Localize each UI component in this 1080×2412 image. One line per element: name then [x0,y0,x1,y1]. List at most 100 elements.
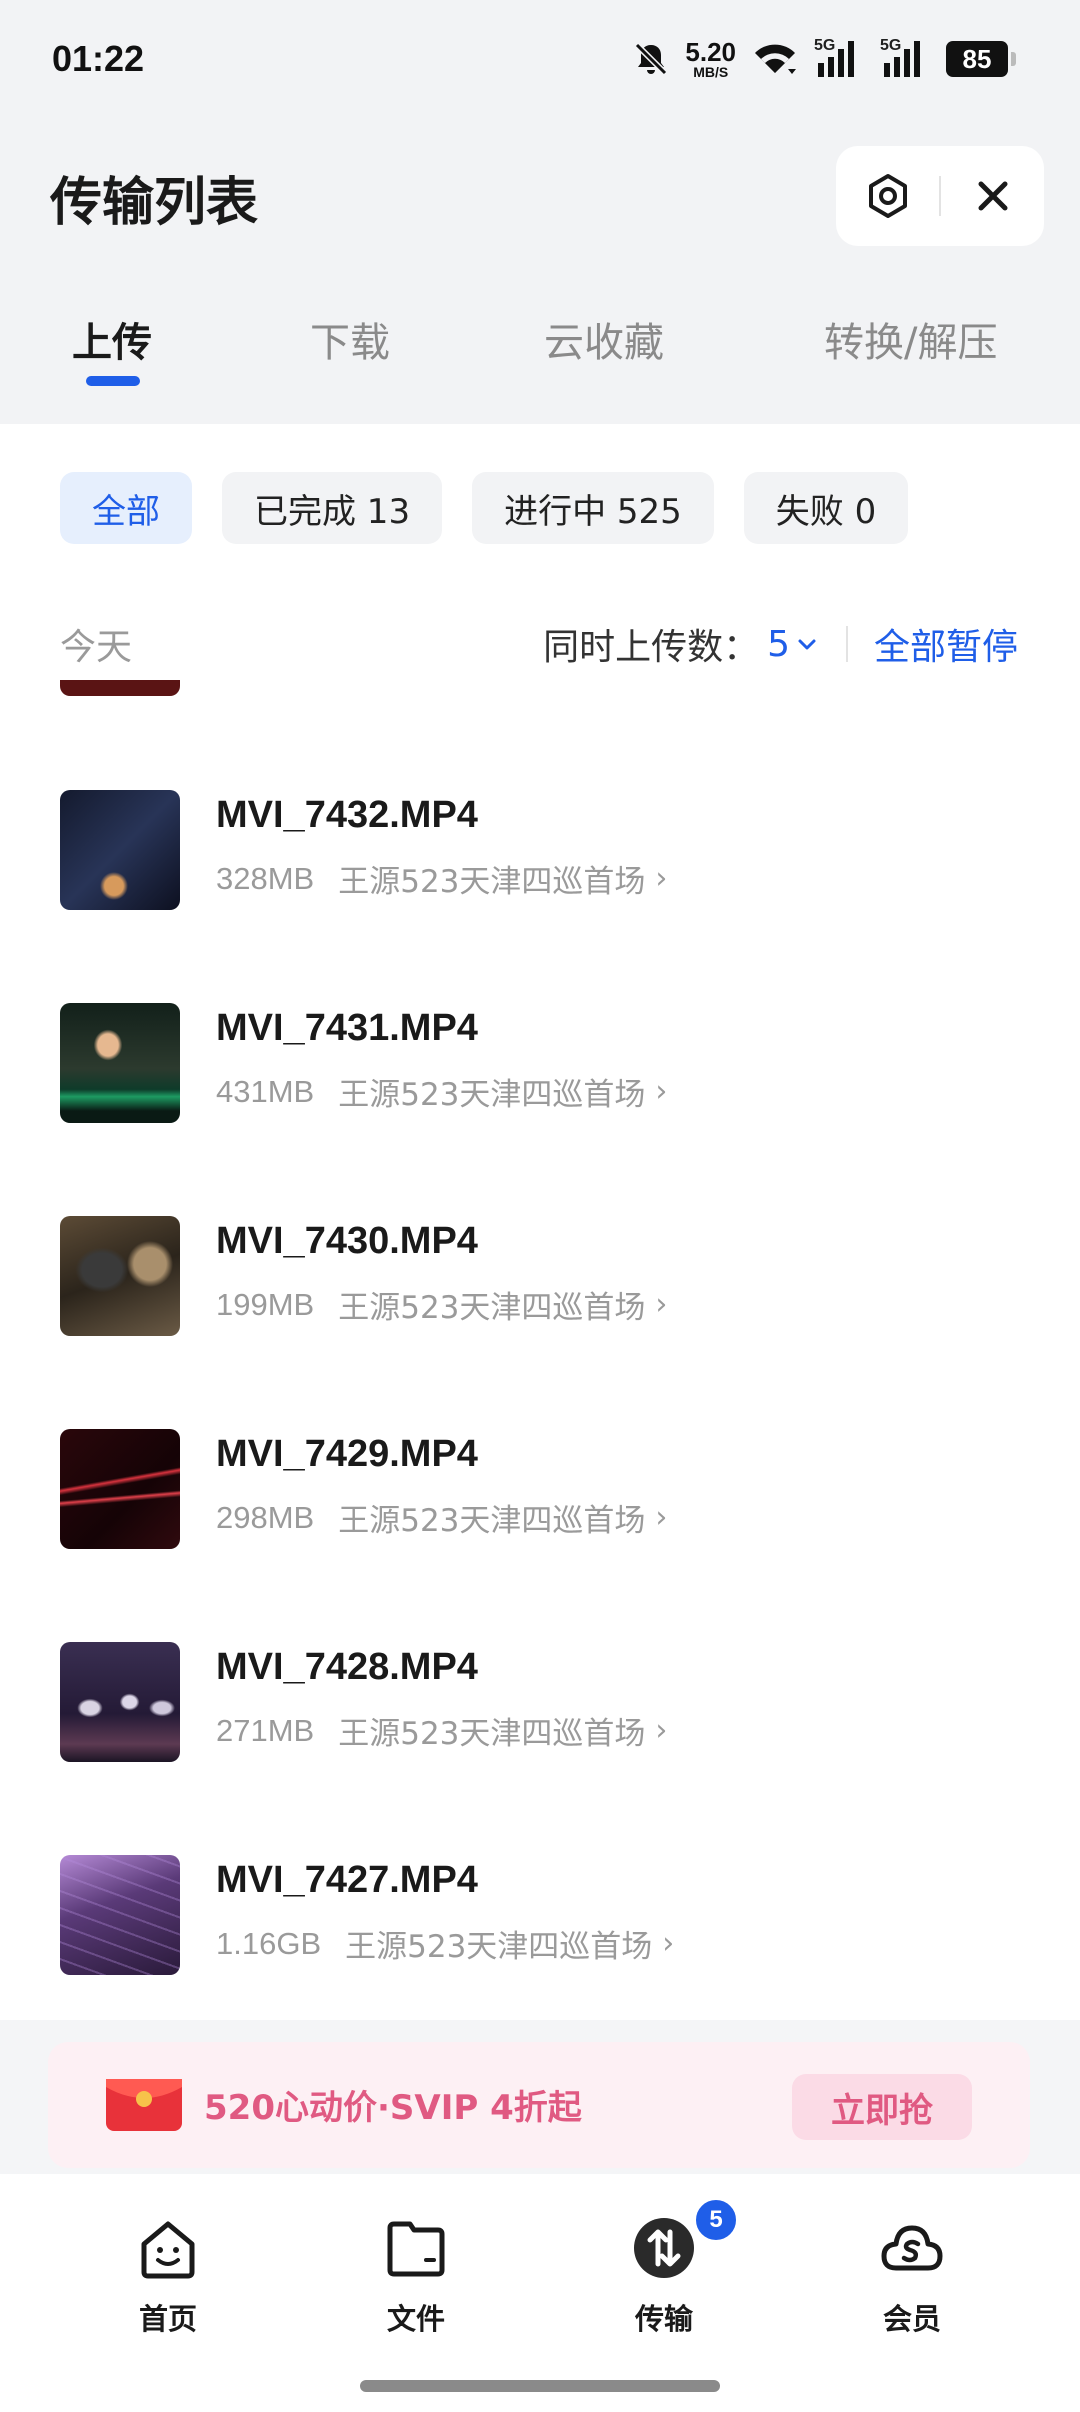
signal-icon-sim2: 5G [880,37,932,81]
file-size: 1.16GB [216,1925,322,1961]
transfer-count-badge: 5 [694,2198,738,2242]
battery-indicator: 85 [946,41,1016,77]
close-icon [978,181,1007,211]
file-name: MVI_7431.MP4 [216,1007,478,1049]
tab-upload[interactable]: 上传 [72,310,152,368]
svip-promo-banner[interactable]: 520心动价·SVIP 4折起 立即抢 [48,2042,1030,2168]
net-speed-unit: MB/S [693,64,729,80]
chevron-right-icon: › [662,1926,675,1961]
filter-completed[interactable]: 已完成 13 [222,472,443,544]
concurrent-value: 5 [767,623,790,665]
file-name: MVI_7430.MP4 [216,1220,478,1262]
list-item[interactable]: MVI_7430.MP4 199MB 王源523天津四巡首场 › [0,1206,1080,1346]
folder-name: 王源523天津四巡首场 [338,1503,646,1539]
folder-name: 王源523天津四巡首场 [345,1929,653,1965]
tab-download[interactable]: 下载 [310,310,390,368]
home-smile-icon [141,2221,195,2279]
mute-bell-icon [635,42,668,76]
tab-convert-extract[interactable]: 转换/解压 [824,310,997,368]
video-thumbnail [60,1003,180,1123]
video-thumbnail [60,1429,180,1549]
file-meta: 1.16GB 王源523天津四巡首场 › [216,1921,674,1966]
pause-all-button[interactable]: 全部暂停 [874,618,1018,670]
file-list: MVI_7432.MP4 328MB 王源523天津四巡首场 › MVI_743… [0,680,1080,2020]
file-meta: 328MB 王源523天津四巡首场 › [216,856,667,901]
file-meta: 431MB 王源523天津四巡首场 › [216,1069,667,1114]
folder-name: 王源523天津四巡首场 [338,1290,646,1326]
folder-name: 王源523天津四巡首场 [338,1077,646,1113]
concurrent-upload-control: 同时上传数： 5 全部暂停 [543,618,1018,670]
header-actions [836,146,1044,246]
nav-transfer-label: 传输 [634,2302,693,2336]
promo-text: 520心动价·SVIP 4折起 [204,2088,582,2128]
transfer-icon [634,2218,694,2278]
nav-vip-label: 会员 [882,2302,941,2336]
nav-transfer[interactable]: 5 传输 [584,2198,744,2336]
filter-failed[interactable]: 失败 0 [743,472,909,544]
settings-button[interactable] [836,146,939,246]
nav-files[interactable]: 文件 [336,2214,496,2336]
file-meta: 271MB 王源523天津四巡首场 › [216,1708,667,1753]
status-filters: 全部 已完成 13 进行中 525 失败 0 [60,472,909,544]
nav-files-label: 文件 [386,2302,445,2336]
chevron-right-icon: › [655,1713,668,1748]
chevron-down-icon [798,639,816,650]
video-thumbnail [60,1855,180,1975]
status-icons: 5.20 MB/S 5G 5G 85 [631,34,1016,84]
nav-home[interactable]: 首页 [88,2214,248,2336]
status-time: 01:22 [52,38,145,79]
list-item[interactable]: MVI_7428.MP4 271MB 王源523天津四巡首场 › [0,1632,1080,1772]
divider [845,626,848,662]
home-indicator-bar[interactable] [360,2380,720,2392]
filter-in-progress[interactable]: 进行中 525 [472,472,714,544]
close-button[interactable] [941,146,1044,246]
list-item[interactable]: MVI_7427.MP4 1.16GB 王源523天津四巡首场 › [0,1845,1080,1985]
list-item[interactable]: MVI_7431.MP4 431MB 王源523天津四巡首场 › [0,993,1080,1133]
chevron-right-icon: › [655,1500,668,1535]
file-name: MVI_7428.MP4 [216,1646,478,1688]
signal-icon-sim1: 5G [814,37,866,81]
partial-thumbnail [60,680,180,696]
folder-name: 王源523天津四巡首场 [338,864,646,900]
net-speed-value: 5.20 [685,37,736,67]
file-meta: 298MB 王源523天津四巡首场 › [216,1495,667,1540]
page-title: 传输列表 [50,173,259,233]
video-thumbnail [60,1642,180,1762]
status-bar: 01:22 5.20 MB/S 5G 5G 85 [0,0,1080,120]
concurrent-select[interactable]: 5 [767,624,820,665]
video-thumbnail [60,790,180,910]
file-size: 199MB [216,1286,315,1322]
red-envelope-icon [106,2079,182,2131]
tab-cloud-favorites[interactable]: 云收藏 [544,310,664,368]
section-header: 今天 同时上传数： 5 全部暂停 [60,612,1018,672]
date-group-label: 今天 [60,627,133,668]
filter-all[interactable]: 全部 [60,472,192,544]
folder-name: 王源523天津四巡首场 [338,1716,646,1752]
active-tab-indicator [86,376,140,386]
concurrent-label: 同时上传数： [543,627,760,668]
cloud-vip-icon [881,2225,943,2271]
bottom-navigation: 首页 文件 5 传输 会员 [0,2174,1080,2412]
promo-grab-button[interactable]: 立即抢 [792,2074,972,2140]
chevron-right-icon: › [655,861,668,896]
file-meta: 199MB 王源523天津四巡首场 › [216,1282,667,1327]
list-item[interactable]: MVI_7432.MP4 328MB 王源523天津四巡首场 › [0,780,1080,920]
file-size: 298MB [216,1499,315,1535]
settings-hexagon-icon [868,174,907,218]
file-name: MVI_7429.MP4 [216,1433,478,1475]
transfer-tabs: 上传 下载 云收藏 转换/解压 [0,310,1080,390]
file-size: 328MB [216,860,315,896]
video-thumbnail [60,1216,180,1336]
file-size: 271MB [216,1712,315,1748]
file-size: 431MB [216,1073,315,1109]
file-name: MVI_7432.MP4 [216,794,478,836]
file-name: MVI_7427.MP4 [216,1859,478,1901]
nav-home-label: 首页 [138,2302,197,2336]
chevron-right-icon: › [655,1074,668,1109]
folder-icon [387,2221,445,2277]
chevron-right-icon: › [655,1287,668,1322]
list-item[interactable]: MVI_7429.MP4 298MB 王源523天津四巡首场 › [0,1419,1080,1559]
net-speed: 5.20 MB/S [685,39,736,79]
nav-vip[interactable]: 会员 [832,2214,992,2336]
wifi-icon [755,44,796,74]
